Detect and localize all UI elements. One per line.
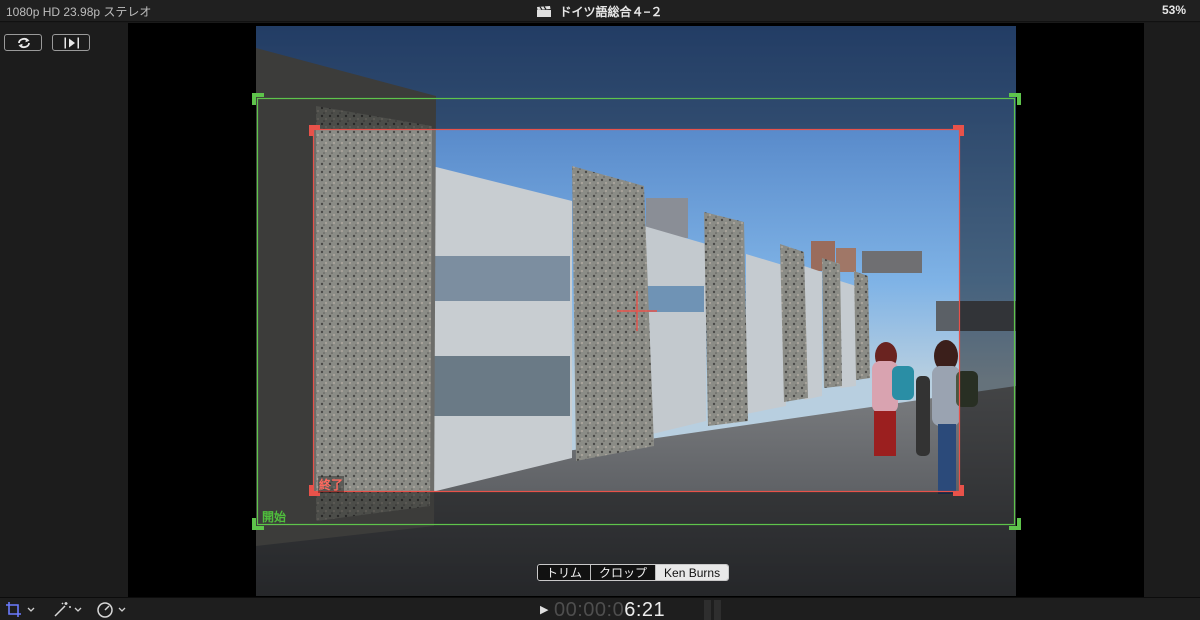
play-icon[interactable]: ▶ [540,604,549,616]
tab-trim[interactable]: トリム [538,565,592,580]
magic-wand-icon [54,602,71,617]
end-frame-label: 終了 [318,476,345,493]
transform-mode-selector: トリム クロップ Ken Burns [537,564,730,581]
retime-tool-menu[interactable] [96,601,128,618]
chevron-down-icon [74,607,82,612]
chevron-down-icon [118,607,126,612]
ken-burns-overlay [252,93,1021,530]
audio-meter-mini [704,600,722,620]
tab-crop[interactable]: クロップ [591,565,657,580]
tab-ken-burns[interactable]: Ken Burns [656,565,729,580]
end-frame-center-crosshair[interactable] [617,291,657,331]
speedometer-icon [97,602,113,618]
timecode-display[interactable]: ▶ 00:00:06:21 [540,599,665,620]
crop-tool-menu[interactable] [5,601,37,618]
crop-icon [6,602,21,617]
timecode-leading: 00:00:0 [553,599,625,620]
start-frame-label: 開始 [262,510,287,524]
viewer-footer: ▶ 00:00:06:21 [0,597,1200,620]
chevron-down-icon [27,607,35,612]
enhance-tool-menu[interactable] [52,601,84,618]
timecode-value: 6:21 [624,599,666,620]
